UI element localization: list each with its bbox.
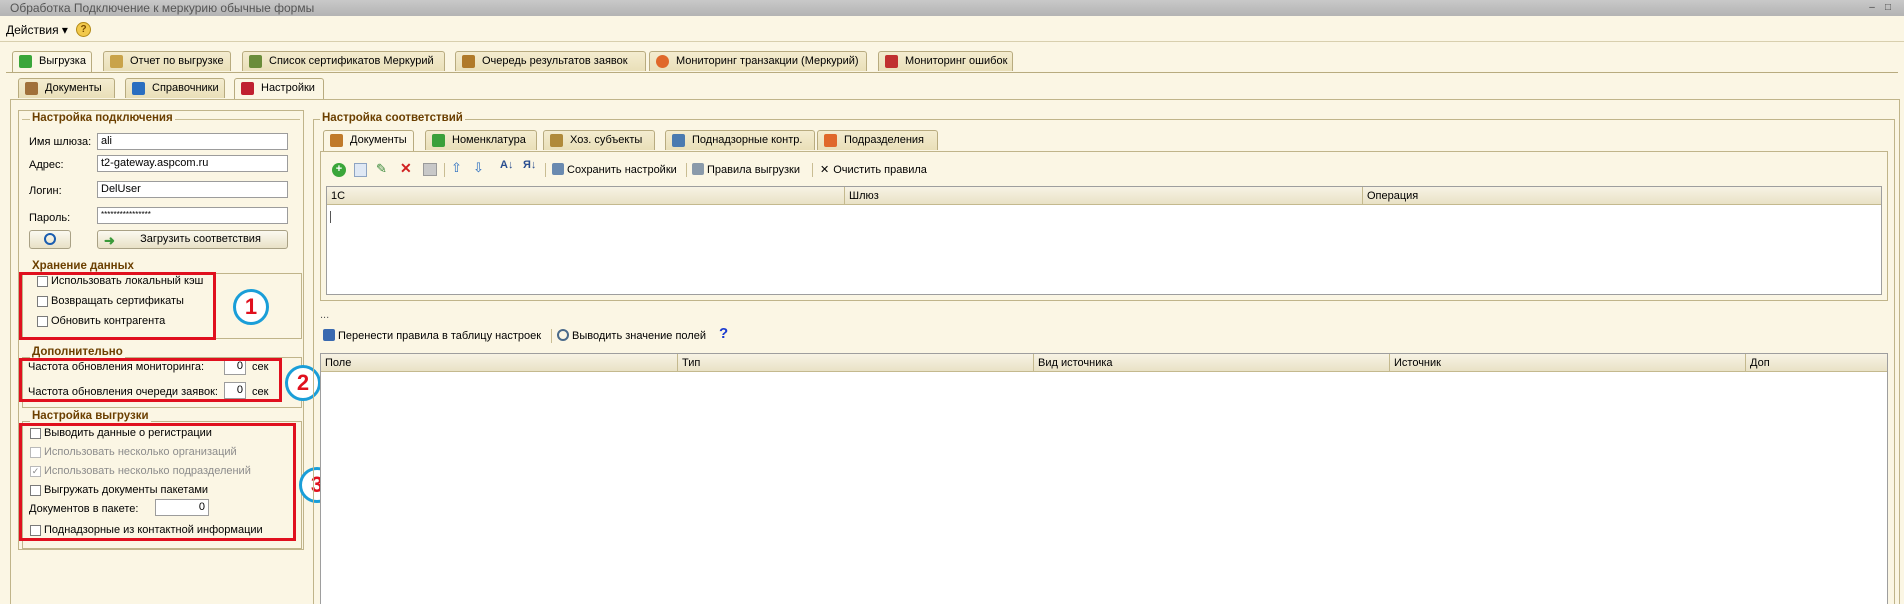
pie-chart-icon (656, 55, 669, 68)
help-icon[interactable]: ? (719, 325, 728, 342)
subtab-settings[interactable]: Настройки (234, 78, 324, 100)
menu-bar: Действия ▾ ? (0, 18, 1904, 42)
tab-transaction-monitoring[interactable]: Мониторинг транзакции (Меркурий) (649, 51, 867, 71)
subtab-references[interactable]: Справочники (125, 78, 225, 98)
col-1c[interactable]: 1С (327, 187, 845, 205)
login-input[interactable]: DelUser (97, 181, 288, 198)
password-input[interactable]: **************** (97, 207, 288, 224)
col-source[interactable]: Источник (1390, 354, 1746, 372)
address-label: Адрес: (29, 159, 64, 171)
toolbar-separator (545, 163, 546, 177)
connect-button[interactable] (29, 230, 71, 249)
export-group-title: Настройка выгрузки (30, 410, 151, 422)
ellipsis-text: ... (320, 309, 330, 321)
subtab-documents[interactable]: Документы (18, 78, 115, 98)
tab-export[interactable]: Выгрузка (12, 51, 92, 73)
edit-icon[interactable]: ✎ (376, 161, 387, 177)
reference-icon (132, 82, 145, 95)
save-icon (552, 163, 564, 175)
certificate-icon (249, 55, 262, 68)
export-rules-button[interactable]: Правила выгрузки (692, 163, 800, 176)
documents-icon (25, 82, 38, 95)
password-label: Пароль: (29, 212, 71, 224)
tab-results-queue[interactable]: Очередь результатов заявок (455, 51, 646, 71)
tab-export-report[interactable]: Отчет по выгрузке (103, 51, 231, 71)
arrow-right-icon: ➜ (104, 233, 115, 248)
actions-menu[interactable]: Действия ▾ (6, 23, 68, 37)
annotation-circle-1: 1 (233, 289, 269, 325)
mapping-tab-divisions[interactable]: Подразделения (817, 130, 938, 150)
maximize-button[interactable]: □ (1882, 2, 1894, 13)
gateway-input[interactable]: ali (97, 133, 288, 150)
nomenclature-icon (432, 134, 445, 147)
entities-icon (550, 134, 563, 147)
tab-error-monitoring[interactable]: Мониторинг ошибок (878, 51, 1013, 71)
move-up-icon[interactable]: ⇧ (451, 160, 462, 176)
text-cursor (330, 211, 331, 223)
col-gateway[interactable]: Шлюз (845, 187, 1363, 205)
connection-group-title: Настройка подключения (30, 112, 175, 124)
export-icon (19, 55, 32, 68)
col-operation[interactable]: Операция (1363, 187, 1881, 205)
fields-table-header: Поле Тип Вид источника Источник Доп (321, 354, 1887, 372)
end-edit-icon[interactable] (423, 163, 437, 176)
col-source-kind[interactable]: Вид источника (1034, 354, 1390, 372)
power-icon (44, 233, 56, 245)
toolbar-separator (812, 163, 813, 177)
save-icon (323, 329, 335, 341)
minimize-button[interactable]: – (1866, 2, 1878, 13)
mapping-tab-nomenclature[interactable]: Номенклатура (425, 130, 537, 150)
clear-rules-button[interactable]: ✕ Очистить правила (820, 163, 927, 176)
toolbar-separator (444, 163, 445, 177)
fields-table[interactable]: Поле Тип Вид источника Источник Доп (320, 353, 1888, 604)
address-input[interactable]: t2-gateway.aspcom.ru (97, 155, 288, 172)
rules-table-header: 1С Шлюз Операция (327, 187, 1881, 205)
sort-asc-icon[interactable]: A↓ (500, 159, 513, 171)
delete-icon[interactable]: ✕ (400, 160, 412, 177)
mapping-tab-documents[interactable]: Документы (323, 130, 414, 152)
help-icon[interactable]: ? (76, 22, 91, 37)
save-settings-button[interactable]: Сохранить настройки (552, 163, 677, 176)
queue-icon (462, 55, 475, 68)
divisions-icon (824, 134, 837, 147)
annotation-box-2 (19, 358, 282, 402)
mapping-tab-supervised[interactable]: Поднадзорные контр. (665, 130, 815, 150)
login-label: Логин: (29, 185, 62, 197)
annotation-box-3 (19, 423, 296, 541)
copy-icon[interactable] (354, 163, 367, 177)
toolbar-separator (686, 163, 687, 177)
show-field-values-button[interactable]: Выводить значение полей (557, 329, 706, 342)
col-field[interactable]: Поле (321, 354, 678, 372)
sort-desc-icon[interactable]: Я↓ (523, 159, 536, 171)
mapping-group-title: Настройка соответствий (320, 112, 465, 124)
additional-group-title: Дополнительно (30, 346, 125, 358)
mapping-tab-business-entities[interactable]: Хоз. субъекты (543, 130, 655, 150)
move-down-icon[interactable]: ⇩ (473, 160, 484, 176)
col-extra[interactable]: Доп (1746, 354, 1887, 372)
toolbar-separator (551, 329, 552, 343)
supervised-icon (672, 134, 685, 147)
col-type[interactable]: Тип (678, 354, 1034, 372)
documents-icon (330, 134, 343, 147)
magnifier-icon (557, 329, 569, 341)
storage-group-title: Хранение данных (30, 260, 136, 272)
window-titlebar: Обработка Подключение к меркурию обычные… (0, 0, 1904, 16)
gateway-label: Имя шлюза: (29, 136, 92, 148)
rules-table[interactable]: 1С Шлюз Операция (326, 186, 1882, 295)
clear-icon: ✕ (820, 164, 830, 176)
tabs-divider (6, 72, 1898, 73)
report-icon (110, 55, 123, 68)
rules-icon (692, 163, 704, 175)
add-icon[interactable]: + (332, 163, 346, 177)
window-title: Обработка Подключение к меркурию обычные… (10, 1, 315, 15)
tab-certificates[interactable]: Список сертификатов Меркурий (242, 51, 445, 71)
monitor-icon (885, 55, 898, 68)
load-mapping-button[interactable]: ➜ Загрузить соответствия (97, 230, 288, 249)
settings-icon (241, 82, 254, 95)
annotation-box-1 (19, 272, 216, 340)
move-rules-button[interactable]: Перенести правила в таблицу настроек (323, 329, 541, 342)
